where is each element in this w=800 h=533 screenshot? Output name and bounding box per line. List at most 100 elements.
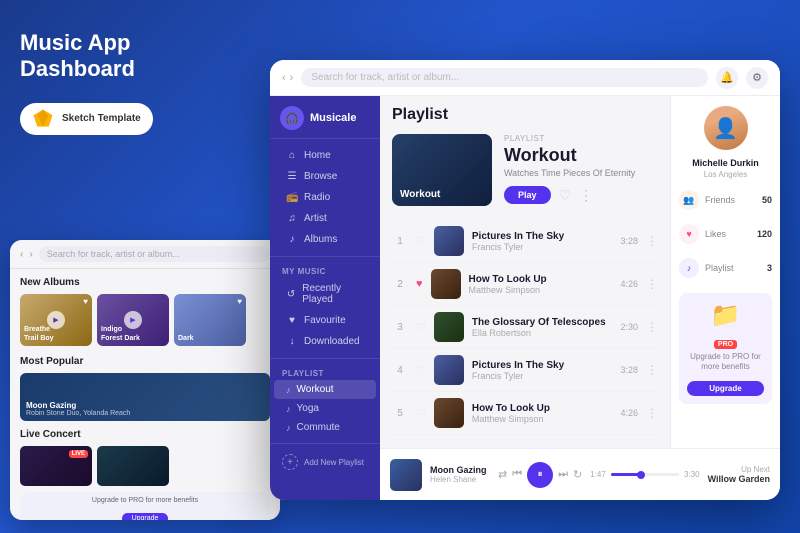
- track-artist: Francis Tyler: [472, 242, 613, 252]
- track-heart-icon[interactable]: ♡: [416, 321, 426, 334]
- track-more-button[interactable]: ⋮: [646, 234, 658, 248]
- sidebar-downloaded[interactable]: ↓ Downloaded: [274, 331, 376, 352]
- pause-button[interactable]: ⏸: [527, 462, 553, 488]
- upgrade-small-button[interactable]: Upgrade: [122, 513, 169, 520]
- track-number: 5: [392, 408, 408, 419]
- track-heart-icon[interactable]: ♡: [416, 364, 426, 377]
- current-time: 1:47: [590, 470, 606, 479]
- hero-more-button[interactable]: ⋮: [579, 187, 593, 204]
- track-number: 4: [392, 365, 408, 376]
- artist-icon: ♫: [286, 213, 298, 224]
- track-list: 1 ♡ Pictures In The Sky Francis Tyler 3:…: [392, 220, 658, 435]
- next-button[interactable]: ⏭: [558, 468, 568, 481]
- back-arrow[interactable]: ‹: [20, 249, 23, 260]
- sketch-label: Sketch Template: [62, 113, 141, 124]
- playlist-icon: ♪: [286, 385, 291, 395]
- sidebar-item-artist[interactable]: ♫ Artist: [274, 208, 376, 229]
- sidebar-playlist-workout[interactable]: ♪ Workout: [274, 380, 376, 399]
- forward-arrow[interactable]: ›: [29, 249, 32, 260]
- top-search-bar[interactable]: Search for track, artist or album...: [301, 68, 708, 87]
- hero-info: Playlist Workout Watches Time Pieces Of …: [504, 134, 658, 204]
- track-artist: Francis Tyler: [472, 371, 613, 381]
- sidebar-favourite[interactable]: ♥ Favourite: [274, 310, 376, 331]
- content-top: Playlist Workout Playlist Workout Watche…: [380, 96, 780, 448]
- upgrade-box: 📁 PRO Upgrade to PRO for more benefits U…: [679, 293, 772, 404]
- prev-button[interactable]: ⏮: [512, 468, 522, 481]
- track-thumbnail: [434, 398, 464, 428]
- nav-arrows: ‹ ›: [282, 72, 293, 84]
- up-next-track: Willow Garden: [708, 474, 770, 484]
- track-duration: 4:26: [620, 279, 638, 289]
- track-more-button[interactable]: ⋮: [646, 277, 658, 291]
- track-artist: Ella Robertson: [472, 328, 613, 338]
- back-button[interactable]: ‹: [282, 72, 286, 84]
- sidebar-item-browse[interactable]: ☰ Browse: [274, 166, 376, 187]
- album-third[interactable]: ♥ Dark: [174, 294, 246, 346]
- logo-icon: 🎧: [280, 106, 304, 130]
- track-name: How To Look Up: [469, 274, 613, 285]
- track-name: Pictures In The Sky: [472, 231, 613, 242]
- user-name: Michelle Durkin: [692, 158, 759, 168]
- track-info: How To Look Up Matthew Simpson: [472, 403, 613, 424]
- notification-button[interactable]: 🔔: [716, 67, 738, 89]
- upgrade-description: Upgrade to PRO for more benefits: [687, 352, 764, 373]
- live-concert-1[interactable]: LIVE: [20, 446, 92, 486]
- hero-category: Playlist: [504, 134, 658, 143]
- sidebar-item-radio[interactable]: 📻 Radio: [274, 187, 376, 208]
- top-bar: ‹ › Search for track, artist or album...…: [270, 60, 780, 96]
- friends-icon: 👥: [679, 190, 699, 210]
- track-more-button[interactable]: ⋮: [646, 363, 658, 377]
- track-heart-icon[interactable]: ♥: [416, 278, 423, 290]
- player-track-info: Moon Gazing Helen Shane: [430, 465, 490, 484]
- heart-icon: ♥: [83, 297, 88, 306]
- track-more-button[interactable]: ⋮: [646, 320, 658, 334]
- albums-icon: ♪: [286, 234, 298, 245]
- right-panel: 👤 Michelle Durkin Los Angeles 👥 Friends …: [670, 96, 780, 448]
- upgrade-button[interactable]: Upgrade: [687, 381, 764, 396]
- downloaded-icon: ↓: [286, 336, 298, 347]
- settings-button[interactable]: ⚙: [746, 67, 768, 89]
- likes-label: Likes: [705, 229, 751, 239]
- sidebar-playlist-yoga[interactable]: ♪ Yoga: [274, 399, 376, 418]
- progress-bar[interactable]: [611, 473, 679, 476]
- shuffle-button[interactable]: ⇄: [498, 468, 507, 481]
- track-more-button[interactable]: ⋮: [646, 406, 658, 420]
- sidebar-item-albums[interactable]: ♪ Albums: [274, 229, 376, 250]
- sidebar-recently-played[interactable]: ↺ Recently Played: [274, 278, 376, 310]
- hero-subtitle: Watches Time Pieces Of Eternity: [504, 168, 658, 178]
- track-info: The Glossary Of Telescopes Ella Robertso…: [472, 317, 613, 338]
- track-duration: 3:28: [620, 365, 638, 375]
- playlist-stat-icon: ♪: [679, 258, 699, 278]
- table-row: 5 ♡ How To Look Up Matthew Simpson 4:26 …: [392, 392, 658, 435]
- hero-play-button[interactable]: Play: [504, 186, 551, 204]
- sidebar-item-home[interactable]: ⌂ Home: [274, 145, 376, 166]
- album-breathe[interactable]: ♥ ▶ BreatheTrail Boy: [20, 294, 92, 346]
- pro-badge: PRO: [714, 340, 737, 349]
- hero-image: Workout: [392, 134, 492, 206]
- forward-button[interactable]: ›: [290, 72, 294, 84]
- new-albums-title: New Albums: [20, 277, 270, 288]
- brand-title: Music App Dashboard: [20, 30, 200, 83]
- recently-played-icon: ↺: [286, 289, 296, 300]
- upgrade-small-text: Upgrade to PRO for more benefits: [28, 497, 262, 504]
- sidebar-playlist-commute[interactable]: ♪ Commute: [274, 418, 376, 437]
- live-concert-2[interactable]: [97, 446, 169, 486]
- total-time: 3:30: [684, 470, 700, 479]
- track-heart-icon[interactable]: ♡: [416, 407, 426, 420]
- repeat-button[interactable]: ↻: [573, 468, 582, 481]
- home-icon: ⌂: [286, 150, 298, 161]
- playlist-section: Playlist ♪ Workout ♪ Yoga ♪ Commute: [270, 359, 380, 444]
- track-heart-icon[interactable]: ♡: [416, 235, 426, 248]
- live-section: Live Concert LIVE: [20, 429, 270, 486]
- album-indigo[interactable]: ▶ IndigoForest Dark: [97, 294, 169, 346]
- add-playlist-button[interactable]: + Add New Playlist: [270, 448, 380, 476]
- track-name: The Glossary Of Telescopes: [472, 317, 613, 328]
- hero-heart-button[interactable]: ♡: [559, 187, 572, 204]
- radio-icon: 📻: [286, 192, 298, 203]
- likes-icon: ♥: [679, 224, 699, 244]
- hero-track-title: Workout: [504, 145, 658, 166]
- most-popular-image[interactable]: Moon Gazing Robin Stone Duo, Yolanda Rea…: [20, 373, 270, 421]
- up-next: Up Next Willow Garden: [708, 465, 770, 484]
- stat-row-likes: ♥ Likes 120: [679, 221, 772, 247]
- playlist-icon: ♪: [286, 423, 291, 433]
